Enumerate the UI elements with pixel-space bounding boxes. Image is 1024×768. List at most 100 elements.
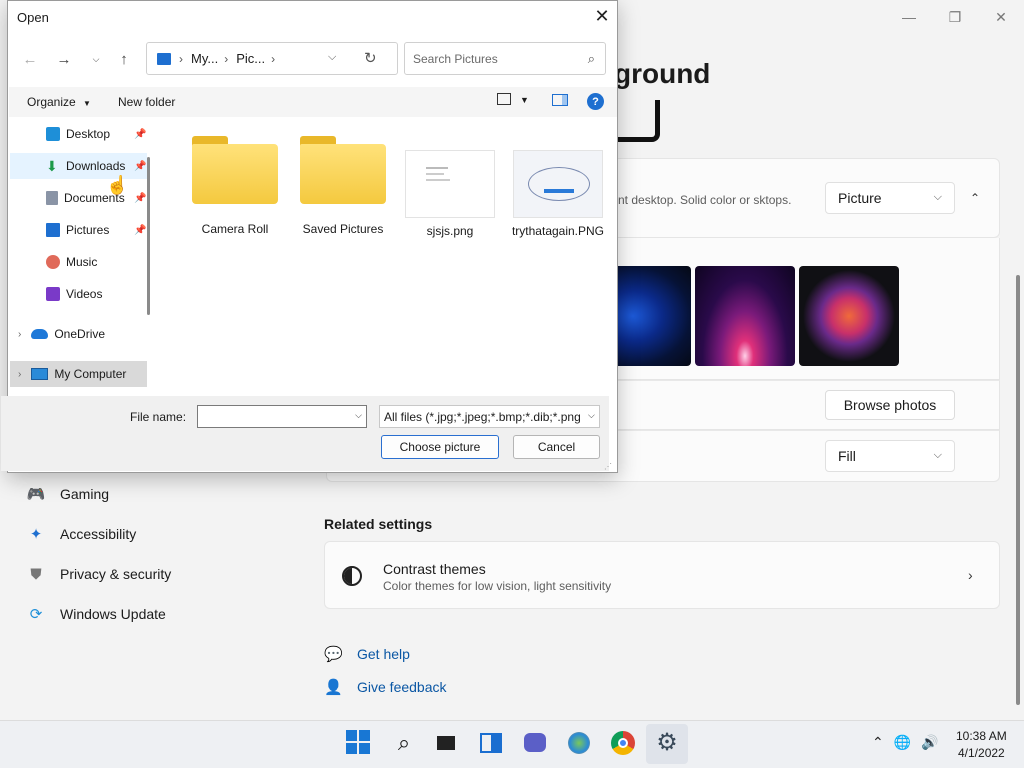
- forward-arrow-icon[interactable]: →: [52, 45, 76, 73]
- search-input[interactable]: [413, 51, 573, 66]
- help-icon[interactable]: ?: [587, 93, 604, 110]
- cloud-icon: [31, 329, 49, 339]
- recent-image-thumbnail[interactable]: [799, 266, 899, 366]
- dialog-title: Open: [17, 10, 49, 25]
- paint-app-icon[interactable]: [566, 730, 592, 756]
- start-icon[interactable]: [346, 730, 372, 756]
- task-view-icon[interactable]: [433, 730, 459, 756]
- sidebar-item-accessibility[interactable]: ✦ Accessibility: [24, 522, 137, 546]
- caret-down-icon: ▼: [83, 99, 91, 108]
- sidebar-item-label: Gaming: [60, 486, 110, 502]
- settings-scrollbar[interactable]: [1016, 275, 1020, 705]
- nav-item-onedrive[interactable]: › OneDrive: [18, 321, 147, 347]
- file-name-combobox[interactable]: ⌵: [197, 405, 367, 428]
- chevron-right-icon: ›: [18, 328, 22, 340]
- file-item-label: sjsjs.png: [426, 224, 474, 238]
- pin-icon[interactable]: 📌: [134, 161, 146, 172]
- sidebar-item-privacy[interactable]: ⛊ Privacy & security: [24, 562, 171, 586]
- pin-icon[interactable]: 📌: [134, 193, 146, 204]
- folder-icon: [300, 136, 386, 204]
- sidebar-item-gaming[interactable]: 🎮 Gaming: [24, 482, 109, 506]
- address-bar[interactable]: › My... › Pic... ›: [146, 42, 398, 75]
- speaker-icon[interactable]: 🔊: [921, 734, 938, 751]
- search-icon: ⌕: [587, 51, 595, 66]
- taskbar: [0, 720, 1024, 768]
- file-name-input[interactable]: [198, 406, 348, 427]
- contrast-themes-subtitle: Color themes for low vision, light sensi…: [383, 579, 612, 593]
- view-icon[interactable]: [497, 93, 511, 105]
- close-icon[interactable]: ✕: [587, 1, 617, 31]
- sidebar-item-label: Windows Update: [60, 606, 166, 622]
- related-settings-heading: Related settings: [324, 516, 433, 532]
- recent-image-thumbnail[interactable]: [695, 266, 795, 366]
- command-bar: Organize ▼ New folder ▼ ?: [9, 87, 617, 117]
- preview-pane-icon[interactable]: [552, 94, 568, 106]
- background-type-dropdown[interactable]: Picture ⌵: [825, 182, 955, 214]
- globe-icon[interactable]: 🌐: [894, 734, 911, 751]
- up-arrow-icon[interactable]: ↑: [112, 45, 136, 73]
- refresh-icon[interactable]: ↻: [364, 49, 377, 67]
- get-help-link[interactable]: 💬 Get help: [324, 645, 410, 663]
- choose-picture-button[interactable]: Choose picture: [381, 435, 499, 459]
- file-item-saved-pictures[interactable]: Saved Pictures: [291, 136, 395, 236]
- file-type-dropdown[interactable]: All files (*.jpg;*.jpeg;*.bmp;*.dib;*.pn…: [379, 405, 600, 428]
- search-box[interactable]: ⌕: [404, 42, 606, 75]
- settings-gear-icon[interactable]: ⚙: [654, 730, 680, 756]
- sidebar-item-label: Accessibility: [60, 526, 137, 542]
- file-name-label: File name:: [130, 410, 187, 424]
- file-item-trythatagain[interactable]: trythatagain.PNG: [506, 136, 610, 238]
- background-type-value: Picture: [838, 190, 882, 206]
- chevron-down-icon: ⌵: [933, 190, 942, 203]
- nav-item-pictures[interactable]: Pictures: [46, 217, 147, 243]
- nav-item-videos[interactable]: Videos: [46, 281, 147, 307]
- nav-item-desktop[interactable]: Desktop: [46, 121, 147, 147]
- chat-icon[interactable]: [522, 730, 548, 756]
- get-help-label: Get help: [357, 646, 410, 662]
- address-dropdown-icon[interactable]: ⌵: [328, 51, 336, 64]
- computer-icon: [31, 368, 49, 380]
- back-arrow-icon[interactable]: ←: [18, 45, 42, 73]
- organize-menu[interactable]: Organize ▼: [27, 95, 91, 109]
- resize-grip-icon[interactable]: ⋰: [604, 462, 612, 471]
- chevron-down-icon[interactable]: ⌵: [355, 410, 362, 421]
- close-icon[interactable]: ✕: [978, 6, 1024, 28]
- nav-item-music[interactable]: Music: [46, 249, 147, 275]
- fit-value: Fill: [838, 448, 856, 464]
- clock-date[interactable]: 4/1/2022: [958, 746, 1005, 760]
- nav-item-label: OneDrive: [54, 327, 106, 341]
- gamepad-icon: 🎮: [26, 486, 46, 503]
- breadcrumb-segment[interactable]: Pic...: [236, 51, 265, 66]
- shield-icon: ⛊: [30, 565, 42, 583]
- pin-icon[interactable]: 📌: [134, 129, 146, 140]
- sidebar-item-windows-update[interactable]: ⟳ Windows Update: [24, 602, 166, 626]
- give-feedback-link[interactable]: 👤 Give feedback: [324, 678, 447, 696]
- browse-photos-button[interactable]: Browse photos: [825, 390, 955, 420]
- nav-item-label: Desktop: [66, 127, 111, 141]
- document-icon: [46, 191, 58, 205]
- nav-item-my-computer[interactable]: › My Computer: [10, 361, 147, 387]
- breadcrumb-segment[interactable]: My...: [191, 51, 218, 66]
- pin-icon[interactable]: 📌: [134, 225, 146, 236]
- file-item-camera-roll[interactable]: Camera Roll: [183, 136, 287, 236]
- file-item-sjsjs[interactable]: sjsjs.png: [398, 136, 502, 238]
- new-folder-button[interactable]: New folder: [118, 95, 175, 109]
- search-icon[interactable]: ⌕: [391, 730, 417, 756]
- maximize-icon[interactable]: ❐: [932, 6, 978, 28]
- help-chat-icon: 💬: [324, 646, 343, 663]
- fit-dropdown[interactable]: Fill ⌵: [825, 440, 955, 472]
- breadcrumb-separator: ›: [224, 51, 229, 66]
- cancel-button[interactable]: Cancel: [513, 435, 600, 459]
- chevron-down-icon[interactable]: ⌵: [588, 410, 595, 421]
- widgets-icon[interactable]: [478, 730, 504, 756]
- breadcrumb-separator: ›: [179, 51, 183, 66]
- chrome-icon[interactable]: [610, 730, 636, 756]
- clock-time[interactable]: 10:38 AM: [956, 729, 1007, 743]
- nav-item-documents[interactable]: Documents: [46, 185, 147, 211]
- chevron-up-icon[interactable]: ⌃: [962, 186, 988, 210]
- video-icon: [46, 287, 60, 301]
- recent-locations-chevron-icon[interactable]: ⌵: [84, 45, 108, 73]
- caret-down-icon[interactable]: ▼: [520, 95, 529, 105]
- minimize-icon[interactable]: —: [886, 6, 932, 28]
- nav-pane-scrollbar[interactable]: [147, 157, 150, 315]
- chevron-up-icon[interactable]: ⌃: [872, 734, 884, 751]
